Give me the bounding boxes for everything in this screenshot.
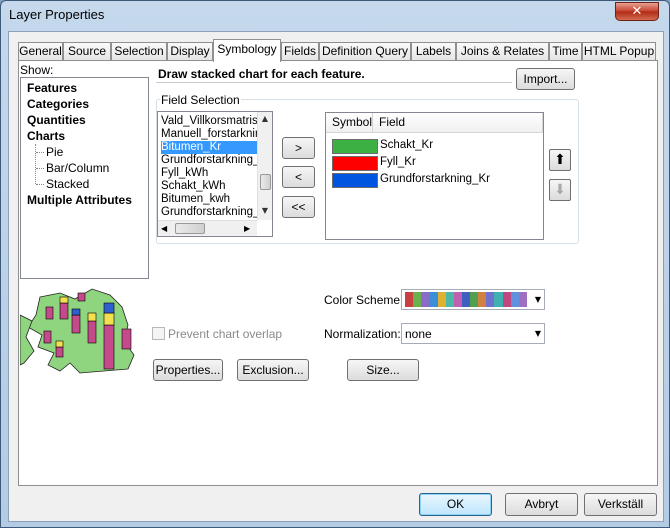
- show-item-pie[interactable]: Pie: [46, 145, 63, 159]
- field-name[interactable]: Schakt_Kr: [380, 139, 433, 151]
- list-item[interactable]: Fyll_kWh: [161, 167, 208, 180]
- move-up-button[interactable]: ⬆: [549, 149, 571, 171]
- list-item[interactable]: Manuell_forstarkning: [161, 128, 268, 141]
- close-button[interactable]: ✕: [615, 2, 659, 21]
- field-name[interactable]: Fyll_Kr: [380, 156, 416, 168]
- dialog-client: General Source Selection Display Symbolo…: [8, 31, 664, 522]
- show-item-multiple-attributes[interactable]: Multiple Attributes: [27, 193, 132, 207]
- import-button[interactable]: Import...: [516, 68, 575, 90]
- move-down-button[interactable]: ⬇: [549, 179, 571, 201]
- list-item[interactable]: Vald_Villkorsmatris: [161, 115, 258, 128]
- scroll-right-icon[interactable]: ▶: [244, 224, 250, 233]
- exclusion-button[interactable]: Exclusion...: [237, 359, 309, 381]
- tab-labels[interactable]: Labels: [411, 42, 456, 61]
- layer-properties-window: Layer Properties ✕ General Source Select…: [0, 0, 670, 528]
- stacked-chart-map-preview: [20, 285, 149, 375]
- scroll-down-icon[interactable]: ▼: [258, 206, 272, 215]
- prevent-overlap-label: Prevent chart overlap: [168, 327, 283, 341]
- list-item[interactable]: Bitumen_kwh: [161, 193, 230, 206]
- remove-field-button[interactable]: <: [282, 166, 315, 188]
- field-selection-label: Field Selection: [160, 93, 241, 107]
- normalization-value: none: [405, 327, 432, 341]
- apply-button[interactable]: Verkställ: [584, 493, 657, 516]
- scroll-left-icon[interactable]: ◀: [161, 224, 167, 233]
- size-button[interactable]: Size...: [347, 359, 419, 381]
- tab-html-popup[interactable]: HTML Popup: [582, 42, 656, 61]
- symbol-swatch[interactable]: [332, 156, 378, 171]
- title-bar: Layer Properties ✕: [1, 1, 669, 31]
- tab-source[interactable]: Source: [63, 42, 111, 61]
- field-column-header[interactable]: Field: [373, 113, 543, 133]
- list-item-selected[interactable]: Bitumen_Kr: [161, 141, 257, 154]
- remove-all-fields-button[interactable]: <<: [282, 196, 315, 218]
- chosen-fields-table[interactable]: Symbol Field Schakt_Kr Fyll_Kr Grundfors…: [325, 112, 544, 240]
- tab-general[interactable]: General: [18, 42, 63, 61]
- show-item-bar-column[interactable]: Bar/Column: [46, 161, 109, 175]
- scroll-thumb[interactable]: [175, 223, 205, 234]
- tree-branch: [36, 152, 44, 153]
- description-area: Draw stacked chart for each feature.: [156, 67, 512, 83]
- tab-display[interactable]: Display: [167, 42, 213, 61]
- color-scheme-dropdown[interactable]: ▼: [401, 289, 545, 310]
- field-name[interactable]: Grundforstarkning_Kr: [380, 173, 490, 185]
- normalization-dropdown[interactable]: none ▼: [401, 323, 545, 344]
- properties-button[interactable]: Properties...: [153, 359, 223, 381]
- show-item-categories[interactable]: Categories: [27, 97, 89, 111]
- show-tree[interactable]: Features Categories Quantities Charts Pi…: [20, 77, 149, 279]
- list-item[interactable]: Schakt_kWh: [161, 180, 226, 193]
- tab-fields[interactable]: Fields: [281, 42, 319, 61]
- add-field-button[interactable]: >: [282, 137, 315, 159]
- tab-joins-relates[interactable]: Joins & Relates: [456, 42, 549, 61]
- normalization-label: Normalization:: [324, 327, 401, 341]
- symbol-column-header[interactable]: Symbol: [326, 113, 373, 133]
- scroll-up-icon[interactable]: ▲: [258, 114, 272, 123]
- tab-definition-query[interactable]: Definition Query: [319, 42, 411, 61]
- vertical-scrollbar[interactable]: ▲ ▼: [257, 112, 272, 220]
- list-item[interactable]: Grundforstarkning_C: [161, 206, 268, 219]
- tree-branch: [36, 168, 44, 169]
- up-arrow-icon: ⬆: [554, 152, 566, 168]
- tab-selection[interactable]: Selection: [111, 42, 167, 61]
- tree-branch: [36, 184, 44, 185]
- chevron-down-icon[interactable]: ▼: [535, 295, 541, 304]
- cancel-button[interactable]: Avbryt: [505, 493, 578, 516]
- tab-symbology[interactable]: Symbology: [213, 39, 281, 62]
- chart-description: Draw stacked chart for each feature.: [158, 67, 365, 81]
- window-title: Layer Properties: [9, 7, 105, 22]
- show-label: Show:: [20, 63, 54, 77]
- tree-connector: [35, 144, 36, 184]
- show-item-charts[interactable]: Charts: [27, 129, 65, 143]
- show-item-features[interactable]: Features: [27, 81, 77, 95]
- close-icon: ✕: [631, 4, 643, 19]
- symbology-panel: Show: Features Categories Quantities Cha…: [18, 60, 658, 486]
- tab-time[interactable]: Time: [549, 42, 582, 61]
- down-arrow-icon: ⬇: [554, 182, 566, 198]
- color-scheme-label: Color Scheme:: [324, 293, 404, 307]
- color-ramp-cell: [518, 292, 528, 307]
- horizontal-scrollbar[interactable]: ◀ ▶: [158, 220, 257, 236]
- prevent-overlap-checkbox[interactable]: [152, 327, 165, 340]
- ok-button[interactable]: OK: [419, 493, 492, 516]
- symbol-swatch[interactable]: [332, 173, 378, 188]
- show-item-quantities[interactable]: Quantities: [27, 113, 86, 127]
- scroll-thumb[interactable]: [260, 174, 271, 190]
- available-fields-list[interactable]: Vald_Villkorsmatris Manuell_forstarkning…: [157, 111, 273, 237]
- show-item-stacked[interactable]: Stacked: [46, 177, 89, 191]
- symbol-swatch[interactable]: [332, 139, 378, 154]
- list-item[interactable]: Grundforstarkning_k: [161, 154, 265, 167]
- chevron-down-icon[interactable]: ▼: [535, 329, 541, 338]
